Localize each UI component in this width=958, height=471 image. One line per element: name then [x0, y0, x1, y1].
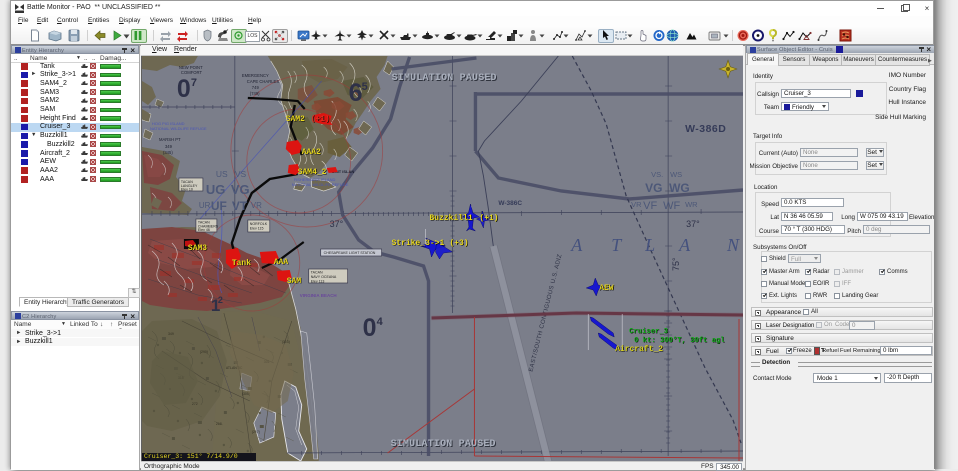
svg-text:SAM2: SAM2: [286, 115, 305, 124]
svg-text:Aircraft_2: Aircraft_2: [615, 345, 663, 354]
svg-text:Buzzkill1: Buzzkill1: [430, 214, 473, 223]
svg-text:(+1): (+1): [311, 115, 330, 124]
svg-text:VG: VG: [231, 182, 250, 197]
svg-text:TACAN: TACAN: [311, 270, 323, 274]
svg-text:Strike_3->1: Strike_3->1: [392, 239, 445, 248]
svg-text:0 kt: 300°T, 30ft agl: 0 kt: 300°T, 30ft agl: [634, 336, 725, 345]
svg-text:Tank: Tank: [232, 259, 251, 268]
svg-text:NAVY OCEANA: NAVY OCEANA: [311, 275, 337, 279]
svg-text:CAPE CHARLES: CAPE CHARLES: [247, 79, 280, 84]
svg-text:N: N: [726, 235, 740, 255]
svg-text:A: A: [678, 235, 691, 255]
svg-text:VS.: VS.: [651, 170, 663, 179]
svg-text:VS: VS: [235, 169, 247, 179]
svg-text:Cruiser_3: Cruiser_3: [629, 328, 668, 336]
svg-text:0: 0: [177, 75, 191, 103]
svg-text:NATIONAL WILDLIFE REFUGE: NATIONAL WILDLIFE REFUGE: [150, 126, 207, 131]
svg-text:(313): (313): [282, 340, 290, 344]
svg-text:SIMULATION PAUSED: SIMULATION PAUSED: [392, 72, 497, 83]
svg-text:EMERGENCY: EMERGENCY: [242, 73, 269, 78]
svg-text:37°: 37°: [686, 219, 700, 229]
svg-text:WF: WF: [663, 200, 680, 212]
svg-text:Elev 113: Elev 113: [311, 279, 325, 283]
svg-text:UF: UF: [211, 199, 227, 213]
svg-text:NATIONAL WILDLIFE REFUGE: NATIONAL WILDLIFE REFUGE: [292, 182, 349, 187]
svg-text:L: L: [644, 235, 655, 255]
svg-text:(+1): (+1): [479, 214, 498, 223]
svg-text:0: 0: [363, 314, 377, 342]
svg-text:SAM: SAM: [287, 277, 302, 286]
svg-text:349: 349: [165, 144, 173, 149]
svg-text:Elev 115: Elev 115: [250, 226, 264, 230]
svg-text:749: 749: [252, 85, 260, 90]
svg-text:VR: VR: [631, 200, 642, 209]
svg-text:(+3): (+3): [449, 239, 468, 248]
svg-text:WR: WR: [685, 200, 698, 209]
svg-text:SAM3: SAM3: [188, 244, 207, 253]
svg-text:WG: WG: [669, 181, 690, 195]
svg-text:CHESAPEAKE LIGHT STATION: CHESAPEAKE LIGHT STATION: [324, 251, 376, 255]
svg-text:US: US: [216, 169, 228, 179]
svg-text:(345): (345): [163, 150, 173, 155]
svg-text:A: A: [570, 235, 583, 255]
svg-text:SAM4_2: SAM4_2: [298, 168, 327, 177]
svg-text:5: 5: [362, 81, 368, 93]
svg-text:UR: UR: [199, 201, 211, 210]
svg-text:Elev 10: Elev 10: [181, 187, 193, 191]
svg-text:2: 2: [218, 295, 223, 305]
svg-text:UG: UG: [206, 182, 225, 197]
svg-text:6: 6: [349, 79, 363, 107]
svg-text:W-386D: W-386D: [685, 124, 726, 135]
svg-text:AAA2: AAA2: [302, 148, 321, 157]
svg-text:AEW: AEW: [599, 284, 614, 293]
svg-text:VR: VR: [251, 201, 262, 210]
svg-text:VT: VT: [232, 199, 248, 213]
svg-text:272: 272: [192, 402, 198, 406]
svg-text:SIMULATION PAUSED: SIMULATION PAUSED: [391, 438, 496, 449]
svg-text:AAA: AAA: [274, 258, 289, 267]
svg-text:W-386C: W-386C: [498, 200, 522, 207]
svg-text:Elev 46: Elev 46: [198, 228, 210, 232]
svg-text:37°: 37°: [330, 219, 344, 229]
svg-text:349: 349: [168, 332, 174, 336]
svg-text:NORFOLK: NORFOLK: [250, 222, 268, 226]
svg-text:VIRGINIA BEACH: VIRGINIA BEACH: [300, 293, 337, 298]
svg-text:WS: WS: [670, 170, 682, 179]
svg-text:VF: VF: [643, 200, 657, 212]
svg-text:4: 4: [377, 316, 384, 328]
svg-text:(749): (749): [250, 91, 260, 96]
svg-text:(297): (297): [252, 430, 260, 434]
svg-text:MARSH PT: MARSH PT: [159, 137, 181, 142]
svg-text:COMFORT: COMFORT: [181, 70, 203, 75]
svg-text:75°: 75°: [671, 257, 681, 271]
svg-text:VG: VG: [645, 181, 662, 195]
svg-text:7: 7: [191, 77, 197, 89]
